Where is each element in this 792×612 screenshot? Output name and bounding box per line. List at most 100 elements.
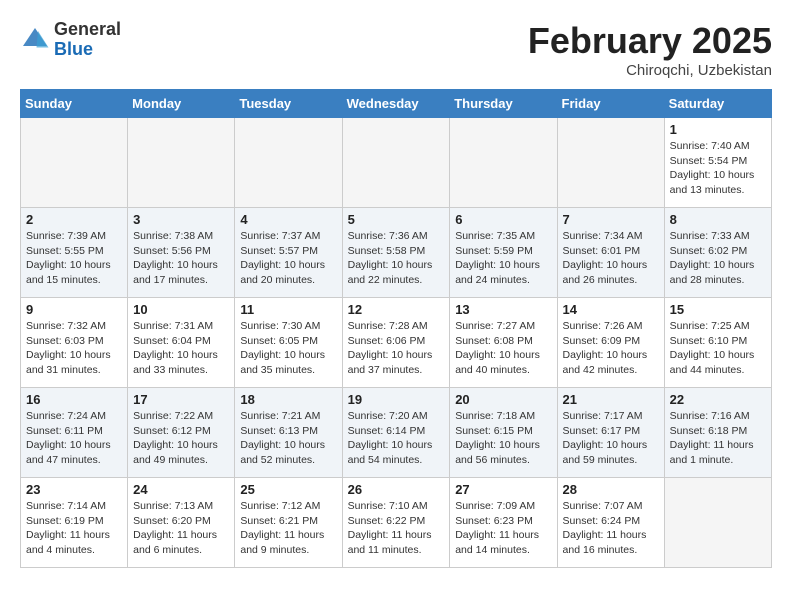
day-number: 24 <box>133 482 229 497</box>
calendar-cell: 12Sunrise: 7:28 AM Sunset: 6:06 PM Dayli… <box>342 298 450 388</box>
day-info: Sunrise: 7:38 AM Sunset: 5:56 PM Dayligh… <box>133 229 229 288</box>
calendar-cell: 7 Sunrise: 7:34 AM Sunset: 6:01 PM Daylig… <box>557 208 664 298</box>
day-info: Sunrise: 7:37 AM Sunset: 5:57 PM Dayligh… <box>240 229 336 288</box>
calendar-week-row: 2 Sunrise: 7:39 AM Sunset: 5:55 PM Daylig… <box>21 208 772 298</box>
day-info: Sunrise: 7:10 AM Sunset: 6:22 PM Dayligh… <box>348 499 445 558</box>
day-number: 22 <box>670 392 766 407</box>
calendar-cell: 2 Sunrise: 7:39 AM Sunset: 5:55 PM Daylig… <box>21 208 128 298</box>
day-info: Sunrise: 7:34 AM Sunset: 6:01 PM Dayligh… <box>563 229 659 288</box>
day-number: 26 <box>348 482 445 497</box>
calendar-cell: 1 Sunrise: 7:40 AM Sunset: 5:54 PM Daylig… <box>664 118 771 208</box>
calendar-cell: 13 Sunrise: 7:27 AM Sunset: 6:08 PM Dayli… <box>450 298 557 388</box>
calendar-header-thursday: Thursday <box>450 90 557 118</box>
title-block: February 2025 Chiroqchi, Uzbekistan <box>528 20 772 79</box>
calendar-cell <box>342 118 450 208</box>
day-number: 1 <box>670 122 766 137</box>
day-number: 16 <box>26 392 122 407</box>
location: Chiroqchi, Uzbekistan <box>528 62 772 79</box>
day-info: Sunrise: 7:13 AM Sunset: 6:20 PM Dayligh… <box>133 499 229 558</box>
calendar-header-monday: Monday <box>128 90 235 118</box>
day-number: 27 <box>455 482 551 497</box>
calendar-cell: 17 Sunrise: 7:22 AM Sunset: 6:12 PM Dayli… <box>128 388 235 478</box>
day-info: Sunrise: 7:14 AM Sunset: 6:19 PM Dayligh… <box>26 499 122 558</box>
calendar-week-row: 23 Sunrise: 7:14 AM Sunset: 6:19 PM Dayli… <box>21 478 772 568</box>
day-info: Sunrise: 7:27 AM Sunset: 6:08 PM Dayligh… <box>455 319 551 378</box>
calendar-cell <box>235 118 342 208</box>
day-info: Sunrise: 7:20 AM Sunset: 6:14 PM Dayligh… <box>348 409 445 468</box>
day-number: 6 <box>455 212 551 227</box>
day-number: 4 <box>240 212 336 227</box>
calendar-cell: 3Sunrise: 7:38 AM Sunset: 5:56 PM Daylig… <box>128 208 235 298</box>
calendar-cell: 28 Sunrise: 7:07 AM Sunset: 6:24 PM Dayli… <box>557 478 664 568</box>
day-number: 8 <box>670 212 766 227</box>
calendar-week-row: 1 Sunrise: 7:40 AM Sunset: 5:54 PM Daylig… <box>21 118 772 208</box>
calendar-cell: 8Sunrise: 7:33 AM Sunset: 6:02 PM Daylig… <box>664 208 771 298</box>
day-info: Sunrise: 7:26 AM Sunset: 6:09 PM Dayligh… <box>563 319 659 378</box>
calendar-cell: 26 Sunrise: 7:10 AM Sunset: 6:22 PM Dayli… <box>342 478 450 568</box>
calendar-cell: 10 Sunrise: 7:31 AM Sunset: 6:04 PM Dayli… <box>128 298 235 388</box>
day-number: 21 <box>563 392 659 407</box>
calendar-cell: 11 Sunrise: 7:30 AM Sunset: 6:05 PM Dayli… <box>235 298 342 388</box>
calendar-cell: 23 Sunrise: 7:14 AM Sunset: 6:19 PM Dayli… <box>21 478 128 568</box>
day-number: 20 <box>455 392 551 407</box>
day-info: Sunrise: 7:35 AM Sunset: 5:59 PM Dayligh… <box>455 229 551 288</box>
day-info: Sunrise: 7:40 AM Sunset: 5:54 PM Dayligh… <box>670 139 766 198</box>
day-number: 28 <box>563 482 659 497</box>
day-info: Sunrise: 7:22 AM Sunset: 6:12 PM Dayligh… <box>133 409 229 468</box>
day-number: 10 <box>133 302 229 317</box>
month-title: February 2025 <box>528 20 772 62</box>
calendar-cell: 15Sunrise: 7:25 AM Sunset: 6:10 PM Dayli… <box>664 298 771 388</box>
calendar-cell <box>450 118 557 208</box>
calendar-cell: 21 Sunrise: 7:17 AM Sunset: 6:17 PM Dayli… <box>557 388 664 478</box>
day-info: Sunrise: 7:12 AM Sunset: 6:21 PM Dayligh… <box>240 499 336 558</box>
calendar-cell: 6 Sunrise: 7:35 AM Sunset: 5:59 PM Daylig… <box>450 208 557 298</box>
logo-icon <box>20 25 50 55</box>
day-number: 17 <box>133 392 229 407</box>
day-info: Sunrise: 7:28 AM Sunset: 6:06 PM Dayligh… <box>348 319 445 378</box>
calendar-cell <box>664 478 771 568</box>
calendar-header-saturday: Saturday <box>664 90 771 118</box>
calendar-header-row: SundayMondayTuesdayWednesdayThursdayFrid… <box>21 90 772 118</box>
day-info: Sunrise: 7:31 AM Sunset: 6:04 PM Dayligh… <box>133 319 229 378</box>
day-number: 13 <box>455 302 551 317</box>
calendar-cell: 27 Sunrise: 7:09 AM Sunset: 6:23 PM Dayli… <box>450 478 557 568</box>
day-number: 18 <box>240 392 336 407</box>
calendar-header-sunday: Sunday <box>21 90 128 118</box>
page-header: General Blue February 2025 Chiroqchi, Uz… <box>20 20 772 79</box>
calendar-cell <box>128 118 235 208</box>
day-number: 9 <box>26 302 122 317</box>
logo-general: General <box>54 20 121 40</box>
calendar-week-row: 9Sunrise: 7:32 AM Sunset: 6:03 PM Daylig… <box>21 298 772 388</box>
day-info: Sunrise: 7:16 AM Sunset: 6:18 PM Dayligh… <box>670 409 766 468</box>
day-number: 19 <box>348 392 445 407</box>
logo-text: General Blue <box>54 20 121 60</box>
day-info: Sunrise: 7:24 AM Sunset: 6:11 PM Dayligh… <box>26 409 122 468</box>
day-number: 14 <box>563 302 659 317</box>
calendar-cell: 9Sunrise: 7:32 AM Sunset: 6:03 PM Daylig… <box>21 298 128 388</box>
calendar-table: SundayMondayTuesdayWednesdayThursdayFrid… <box>20 89 772 568</box>
calendar-week-row: 16 Sunrise: 7:24 AM Sunset: 6:11 PM Dayli… <box>21 388 772 478</box>
day-number: 2 <box>26 212 122 227</box>
calendar-cell: 25Sunrise: 7:12 AM Sunset: 6:21 PM Dayli… <box>235 478 342 568</box>
calendar-header-friday: Friday <box>557 90 664 118</box>
day-number: 5 <box>348 212 445 227</box>
day-number: 11 <box>240 302 336 317</box>
day-info: Sunrise: 7:30 AM Sunset: 6:05 PM Dayligh… <box>240 319 336 378</box>
calendar-cell: 20 Sunrise: 7:18 AM Sunset: 6:15 PM Dayli… <box>450 388 557 478</box>
calendar-cell: 14 Sunrise: 7:26 AM Sunset: 6:09 PM Dayli… <box>557 298 664 388</box>
day-info: Sunrise: 7:21 AM Sunset: 6:13 PM Dayligh… <box>240 409 336 468</box>
day-info: Sunrise: 7:25 AM Sunset: 6:10 PM Dayligh… <box>670 319 766 378</box>
day-info: Sunrise: 7:07 AM Sunset: 6:24 PM Dayligh… <box>563 499 659 558</box>
day-info: Sunrise: 7:39 AM Sunset: 5:55 PM Dayligh… <box>26 229 122 288</box>
day-info: Sunrise: 7:17 AM Sunset: 6:17 PM Dayligh… <box>563 409 659 468</box>
day-info: Sunrise: 7:18 AM Sunset: 6:15 PM Dayligh… <box>455 409 551 468</box>
logo: General Blue <box>20 20 121 60</box>
day-number: 7 <box>563 212 659 227</box>
day-number: 23 <box>26 482 122 497</box>
day-info: Sunrise: 7:09 AM Sunset: 6:23 PM Dayligh… <box>455 499 551 558</box>
calendar-cell: 5Sunrise: 7:36 AM Sunset: 5:58 PM Daylig… <box>342 208 450 298</box>
calendar-cell: 24 Sunrise: 7:13 AM Sunset: 6:20 PM Dayli… <box>128 478 235 568</box>
calendar-cell: 19 Sunrise: 7:20 AM Sunset: 6:14 PM Dayli… <box>342 388 450 478</box>
calendar-header-wednesday: Wednesday <box>342 90 450 118</box>
calendar-cell <box>557 118 664 208</box>
